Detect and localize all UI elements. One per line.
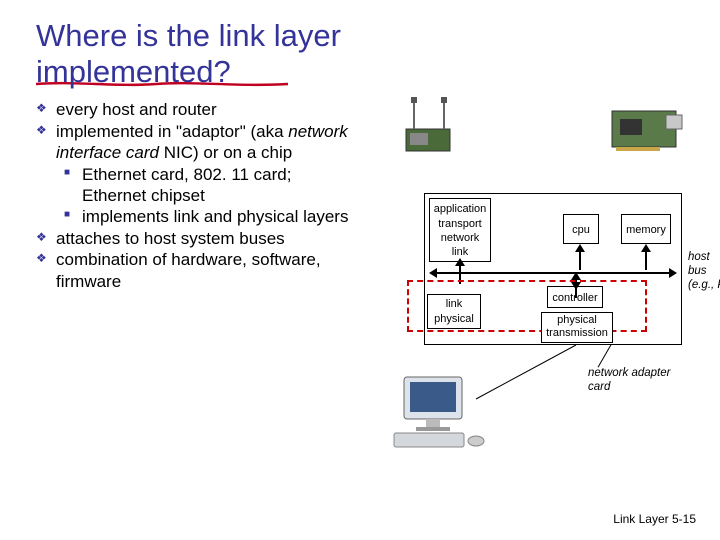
- arrow-ctrl-bus-dn: [571, 272, 581, 290]
- slide-title: Where is the link layer implemented?: [0, 0, 720, 93]
- stack-application: application: [430, 202, 490, 216]
- stack-network: network: [430, 231, 490, 245]
- link-label: link: [428, 297, 480, 311]
- nic-note-l1: network adapter: [588, 367, 698, 381]
- cpu-box: cpu: [563, 214, 599, 244]
- stack-transport: transport: [430, 217, 490, 231]
- bullet-1-text: every host and router: [56, 100, 217, 119]
- link-phys-box: link physical: [427, 294, 481, 329]
- bullet-2-text-a: implemented in "adaptor" (aka: [56, 122, 288, 141]
- arrow-cpu-bus: [575, 244, 585, 270]
- host-bus-l3: (e.g., PCI): [688, 279, 720, 293]
- wifi-card-icon: [400, 95, 456, 155]
- memory-box: memory: [621, 214, 671, 244]
- bullet-2-text-c: NIC) or on a chip: [159, 143, 292, 162]
- diagram-area: application transport network link cpu m…: [356, 99, 708, 459]
- physical-label: physical: [428, 312, 480, 326]
- subbullet-2-1: Ethernet card, 802. 11 card; Ethernet ch…: [64, 164, 356, 207]
- nic-note-l2: card: [588, 381, 698, 395]
- arrow-stack-bus: [455, 258, 465, 276]
- host-bus-l2: bus: [688, 265, 720, 279]
- host-bus-line: [435, 272, 671, 274]
- host-bus-note: host bus (e.g., PCI): [688, 251, 720, 292]
- title-line-2: implemented?: [36, 54, 231, 89]
- nic-card-icon: [610, 101, 684, 155]
- host-box: application transport network link cpu m…: [424, 193, 682, 345]
- title-line-1: Where is the link layer: [36, 18, 341, 53]
- slide-footer: Link Layer 5-15: [613, 512, 696, 526]
- desktop-computer-icon: [386, 373, 492, 451]
- bullet-4: combination of hardware, software, firmw…: [36, 249, 356, 292]
- nic-note-leader: [598, 345, 612, 368]
- nic-note: network adapter card: [588, 367, 698, 395]
- subbullet-2-2: implements link and physical layers: [64, 206, 356, 227]
- protocol-stack-box: application transport network link: [429, 198, 491, 262]
- bullet-1: every host and router: [36, 99, 356, 120]
- arrow-mem-bus: [641, 244, 651, 270]
- bullet-3: attaches to host system buses: [36, 228, 356, 249]
- host-bus-l1: host: [688, 251, 720, 265]
- bullet-2: implemented in "adaptor" (aka network in…: [36, 121, 356, 228]
- bullet-column: every host and router implemented in "ad…: [36, 99, 356, 459]
- tx-line1: physical: [542, 314, 612, 327]
- phys-transmission-box: physical transmission: [541, 312, 613, 342]
